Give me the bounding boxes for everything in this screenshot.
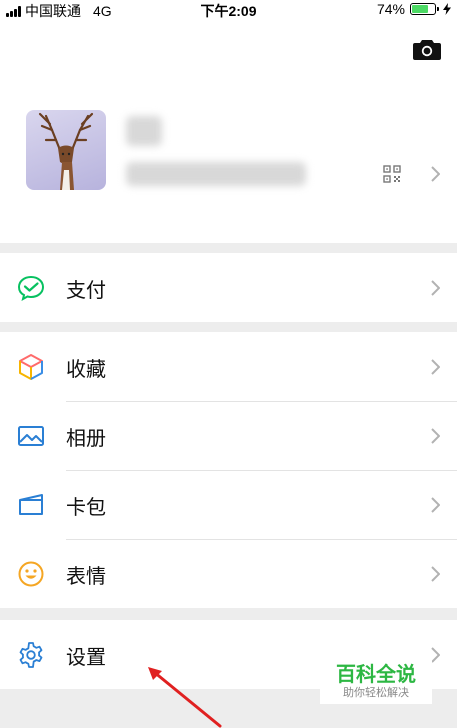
profile-chevron-icon xyxy=(431,166,440,182)
menu-label-favorites: 收藏 xyxy=(66,359,106,381)
menu-item-favorites[interactable]: 收藏 xyxy=(0,332,457,401)
menu-item-pay[interactable]: 支付 xyxy=(0,253,457,322)
annotation-arrow xyxy=(148,667,222,728)
menu-label-stickers: 表情 xyxy=(66,566,106,588)
services-section: 收藏 相册 卡包 表情 xyxy=(0,332,457,608)
battery-percent: 74% xyxy=(376,1,405,17)
chevron-right-icon xyxy=(431,359,440,375)
chevron-right-icon xyxy=(431,280,440,296)
watermark-logo: 百科全说 助你轻松解决 xyxy=(320,654,432,704)
blurred-nickname xyxy=(126,116,162,146)
menu-label-pay: 支付 xyxy=(66,280,106,302)
camera-icon[interactable] xyxy=(413,38,441,60)
smiley-icon xyxy=(18,561,44,587)
menu-item-album[interactable]: 相册 xyxy=(0,401,457,470)
pay-icon xyxy=(17,275,45,301)
menu-label-album: 相册 xyxy=(66,428,106,450)
menu-label-settings: 设置 xyxy=(66,647,106,669)
menu-label-cards: 卡包 xyxy=(66,497,106,519)
menu-item-stickers[interactable]: 表情 xyxy=(0,539,457,608)
battery-icon xyxy=(410,3,439,15)
chevron-right-icon xyxy=(431,428,440,444)
gear-icon xyxy=(19,642,43,668)
avatar[interactable] xyxy=(26,110,106,190)
qr-code-icon[interactable] xyxy=(383,165,401,183)
status-right: 74% xyxy=(377,1,451,17)
pay-section: 支付 xyxy=(0,253,457,322)
charging-icon xyxy=(443,3,451,15)
chevron-right-icon xyxy=(431,497,440,513)
watermark-title: 百科全说 xyxy=(336,664,416,686)
favorites-cube-icon xyxy=(19,354,43,380)
card-wallet-icon xyxy=(19,494,43,515)
battery-level xyxy=(412,5,429,13)
blurred-wechat-id xyxy=(126,162,306,186)
menu-item-cards[interactable]: 卡包 xyxy=(0,470,457,539)
status-bar: 中国联通 4G 下午2:09 74% xyxy=(0,0,457,20)
watermark-subtitle: 助你轻松解决 xyxy=(343,687,409,699)
album-icon xyxy=(18,426,44,446)
deer-illustration xyxy=(38,112,94,190)
profile-header[interactable] xyxy=(0,20,457,243)
chevron-right-icon xyxy=(431,566,440,582)
